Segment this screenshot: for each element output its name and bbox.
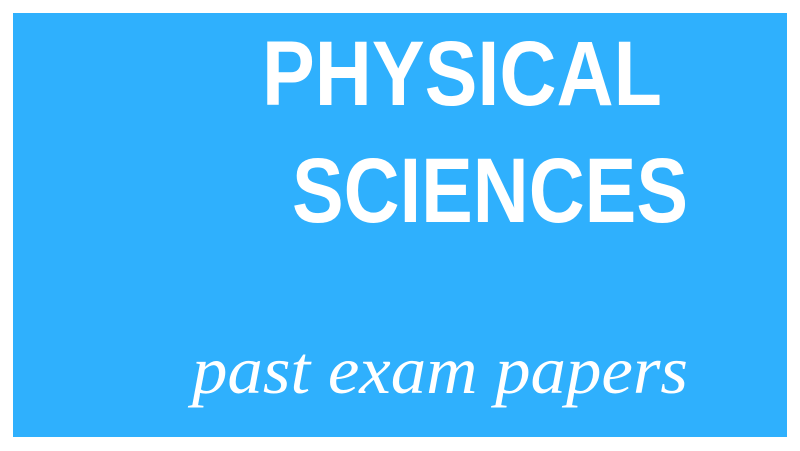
title-line-1: PHYSICAL bbox=[262, 23, 662, 125]
banner-text: PHYSICAL SCIENCES past exam papers bbox=[188, 23, 688, 408]
subtitle: past exam papers bbox=[188, 332, 688, 408]
title-line-2: SCIENCES bbox=[292, 140, 688, 242]
